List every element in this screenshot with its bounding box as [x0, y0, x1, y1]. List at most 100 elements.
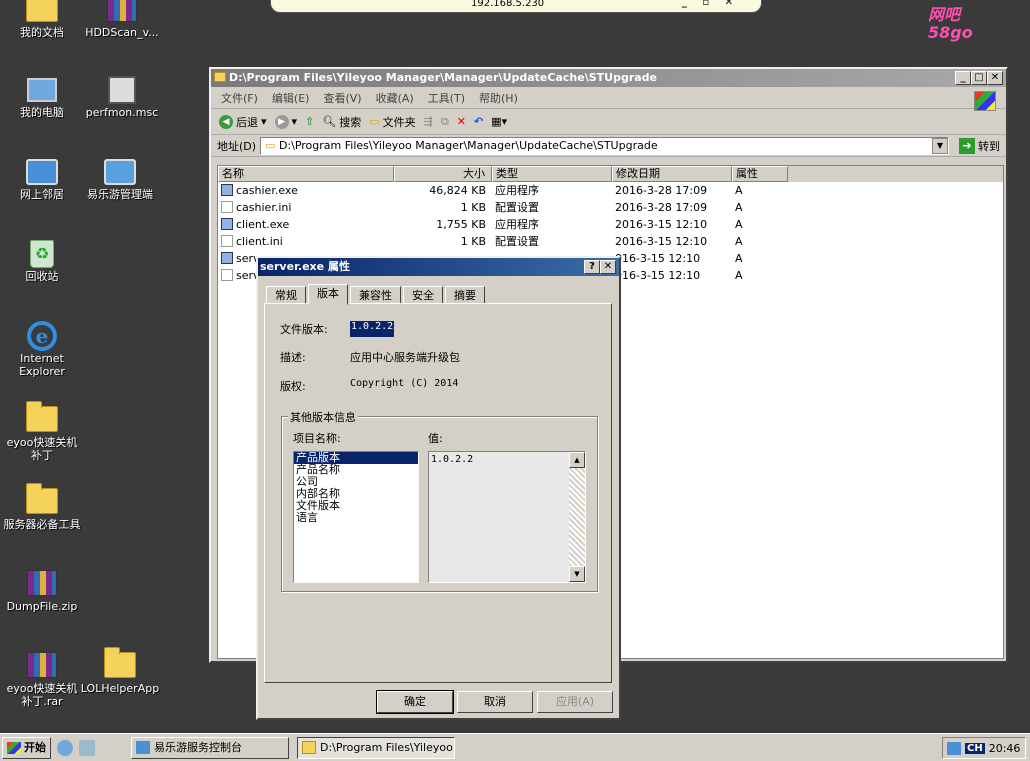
desktop-icon-server-tools[interactable]: 服务器必备工具	[2, 483, 82, 531]
close-button[interactable]: ✕	[987, 71, 1003, 85]
exe-file-icon	[221, 252, 233, 264]
item-name-label: 项目名称:	[293, 432, 341, 445]
menu-help[interactable]: 帮助(H)	[479, 90, 518, 106]
apply-button[interactable]: 应用(A)	[537, 691, 613, 713]
ime-indicator[interactable]: CH	[965, 742, 985, 754]
column-size[interactable]: 大小	[394, 166, 492, 182]
windows-logo-icon	[974, 91, 996, 111]
tab-compatibility[interactable]: 兼容性	[350, 286, 401, 304]
value-textbox[interactable]: 1.0.2.2 ▲ ▼	[428, 451, 586, 583]
tab-version[interactable]: 版本	[308, 284, 348, 305]
menu-tools[interactable]: 工具(T)	[428, 90, 465, 106]
delete-icon[interactable]: ✕	[457, 115, 466, 128]
search-button[interactable]: 🔍︎ 搜索	[322, 114, 361, 130]
desktop-icon-my-computer[interactable]: 我的电脑	[2, 74, 82, 119]
desktop-icon-eyoo-patch-rar[interactable]: eyoo快速关机补丁.rar	[2, 648, 82, 708]
scroll-up-icon[interactable]: ▲	[569, 452, 585, 468]
table-row[interactable]: client.ini 1 KB 配置设置 2016-3-15 12:10 A	[218, 233, 1003, 250]
address-input[interactable]: ▭ D:\Program Files\Yileyoo Manager\Manag…	[260, 136, 949, 155]
watermark-logo: 网吧 58go	[928, 5, 973, 42]
tab-security[interactable]: 安全	[403, 286, 443, 304]
explorer-title: D:\Program Files\Yileyoo Manager\Manager…	[229, 71, 658, 84]
maximize-button[interactable]: □	[971, 71, 987, 85]
scroll-down-icon[interactable]: ▼	[569, 566, 585, 582]
column-type[interactable]: 类型	[492, 166, 612, 182]
file-version-value[interactable]: 1.0.2.2	[350, 321, 395, 337]
tab-summary[interactable]: 摘要	[445, 286, 485, 304]
chevron-down-icon[interactable]: ▼	[932, 137, 948, 154]
views-icon[interactable]: ▦▾	[491, 115, 507, 128]
desktop-icon-hddscan[interactable]: HDDScan_v...	[82, 0, 162, 39]
ini-file-icon	[221, 235, 233, 247]
cancel-button[interactable]: 取消	[457, 691, 533, 713]
exe-file-icon	[221, 184, 233, 196]
menu-edit[interactable]: 编辑(E)	[272, 90, 310, 106]
description-value: 应用中心服务端升级包	[350, 351, 460, 364]
properties-dialog: server.exe 属性 ? ✕ 常规 版本 兼容性 安全 摘要 文件版本: …	[256, 256, 621, 720]
table-row[interactable]: cashier.ini 1 KB 配置设置 2016-3-28 17:09 A	[218, 199, 1003, 216]
folder-icon: ▭	[265, 138, 279, 152]
network-tray-icon[interactable]	[947, 741, 961, 755]
chevron-down-icon: ▾	[291, 115, 298, 128]
folder-icon	[302, 740, 316, 754]
goto-button[interactable]: ➜ 转到	[959, 137, 1000, 154]
desktop-icon-my-documents[interactable]: 我的文档	[2, 0, 82, 39]
forward-button[interactable]: ▶ ▾	[274, 114, 298, 129]
value-scrollbar[interactable]: ▲ ▼	[569, 452, 585, 582]
desktop-icon-lolhelperapp[interactable]: LOLHelperApp	[80, 647, 160, 695]
menu-view[interactable]: 查看(V)	[323, 90, 361, 106]
up-folder-button[interactable]: ⇧	[305, 115, 314, 128]
tab-general[interactable]: 常规	[266, 286, 306, 304]
go-arrow-icon: ➜	[959, 137, 975, 154]
system-tray: CH 20:46	[942, 737, 1026, 759]
folders-button[interactable]: ▭ 文件夹	[369, 114, 415, 130]
desktop-icon-network-places[interactable]: 网上邻居	[2, 156, 82, 201]
minimize-button[interactable]: _	[955, 71, 971, 85]
dialog-title: server.exe 属性	[260, 260, 350, 273]
folder-icon: ▭	[369, 115, 380, 128]
column-date[interactable]: 修改日期	[612, 166, 732, 182]
menu-favorites[interactable]: 收藏(A)	[376, 90, 414, 106]
explorer-title-bar[interactable]: D:\Program Files\Yileyoo Manager\Manager…	[211, 69, 1006, 87]
desktop-quicklaunch-icon[interactable]	[79, 739, 95, 756]
desktop-icon-dumpfile[interactable]: DumpFile.zip	[2, 566, 82, 613]
copy-to-icon[interactable]: ⧉	[441, 115, 449, 129]
chevron-down-icon: ▾	[261, 115, 267, 128]
windows-logo-icon	[7, 741, 21, 754]
column-attr[interactable]: 属性	[732, 166, 788, 182]
back-button[interactable]: ◀ 后退 ▾	[219, 114, 267, 130]
list-item[interactable]: 语言	[294, 512, 418, 524]
item-name-list[interactable]: 产品版本 产品名称 公司 内部名称 文件版本 语言	[293, 451, 419, 583]
start-button[interactable]: 开始	[2, 736, 51, 759]
remote-connection-bar: 192.168.5.230 _ ▫ ✕	[270, 0, 762, 13]
remote-bar-controls[interactable]: _ ▫ ✕	[682, 0, 739, 8]
table-row[interactable]: client.exe 1,755 KB 应用程序 2016-3-15 12:10…	[218, 216, 1003, 233]
menu-file[interactable]: 文件(F)	[221, 90, 258, 106]
perfmon-icon	[108, 76, 136, 104]
file-version-label: 文件版本:	[280, 323, 328, 336]
address-label: 地址(D)	[217, 139, 257, 153]
table-row[interactable]: cashier.exe 46,824 KB 应用程序 2016-3-28 17:…	[218, 182, 1003, 199]
clock[interactable]: 20:46	[989, 742, 1021, 755]
exe-file-icon	[221, 218, 233, 230]
column-name[interactable]: 名称	[218, 166, 394, 182]
undo-icon[interactable]: ↶	[474, 115, 483, 128]
task-yileyoo-console[interactable]: 易乐游服务控制台	[131, 736, 289, 759]
folder-icon	[26, 483, 58, 514]
ie-quicklaunch-icon[interactable]	[57, 739, 73, 756]
help-button[interactable]: ?	[584, 260, 600, 274]
console-icon	[136, 740, 150, 754]
desktop-icon-recycle-bin[interactable]: ♻ 回收站	[2, 238, 82, 283]
ok-button[interactable]: 确定	[376, 690, 454, 714]
task-explorer[interactable]: D:\Program Files\Yileyoo ...	[297, 736, 455, 759]
computer-icon	[27, 78, 57, 102]
desktop-icon-perfmon[interactable]: perfmon.msc	[82, 74, 162, 119]
desktop-icon-yileyoo-admin[interactable]: 易乐游管理端	[80, 156, 160, 201]
description-label: 描述:	[280, 351, 306, 364]
dialog-title-bar[interactable]: server.exe 属性 ? ✕	[258, 258, 619, 276]
desktop-icon-eyoo-patch-folder[interactable]: eyoo快速关机补丁	[2, 401, 82, 462]
address-bar: 地址(D) ▭ D:\Program Files\Yileyoo Manager…	[211, 135, 1006, 157]
move-to-icon[interactable]: ⇶	[424, 115, 433, 128]
dialog-close-button[interactable]: ✕	[600, 260, 616, 274]
desktop-icon-internet-explorer[interactable]: e Internet Explorer	[2, 320, 82, 378]
